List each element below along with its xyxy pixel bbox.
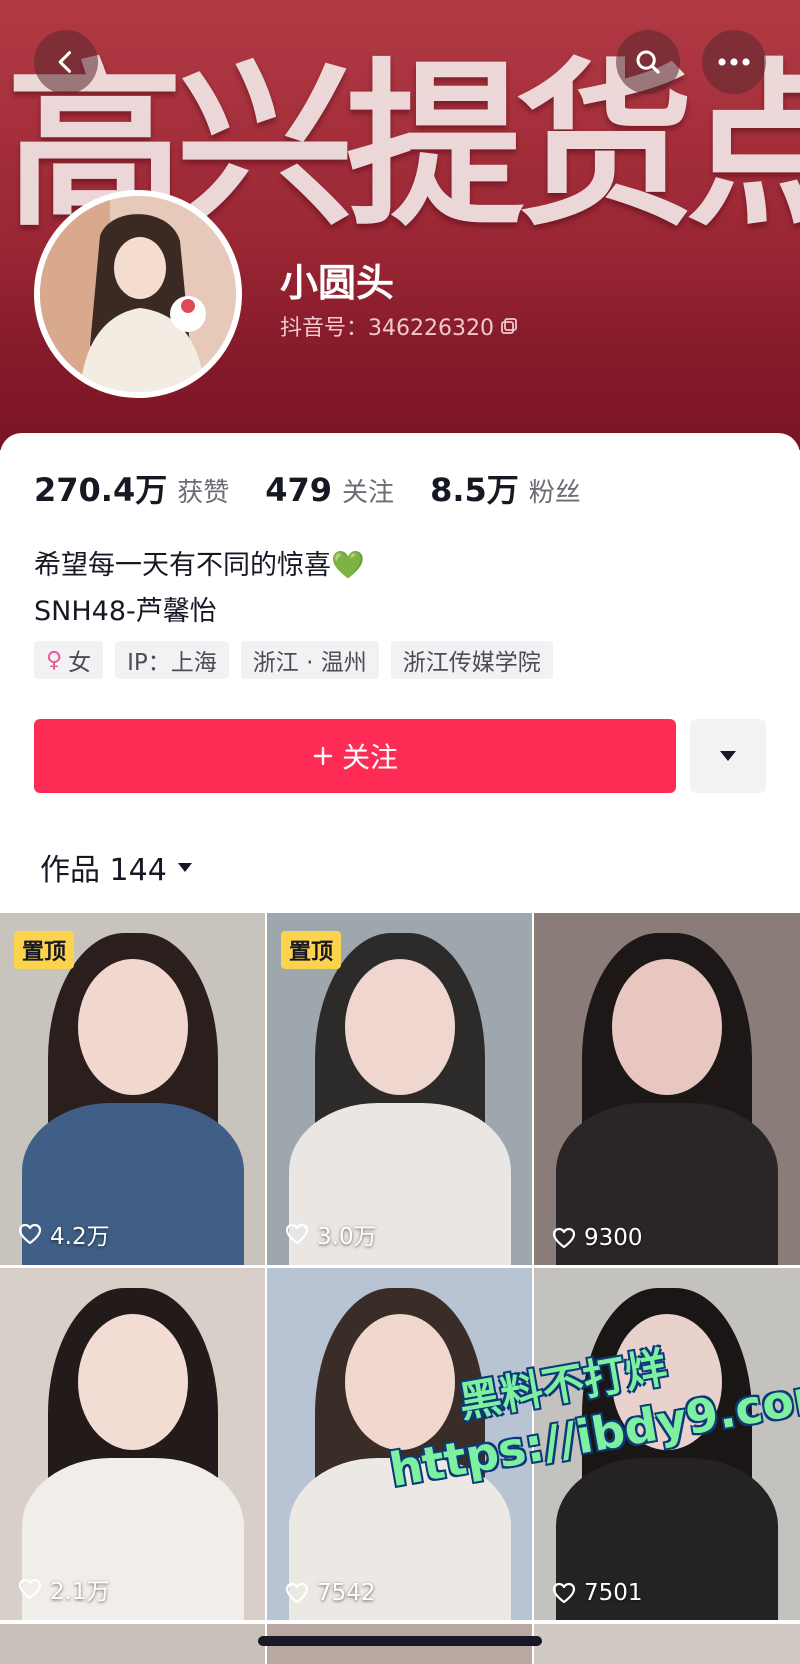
- video-tile-partial[interactable]: [0, 1624, 265, 1664]
- video-tile-partial[interactable]: [534, 1624, 800, 1664]
- thumbnail-face: [78, 1314, 188, 1450]
- profile-tags: ♀ 女 IP：上海 浙江 · 温州 浙江传媒学院: [34, 641, 553, 679]
- tag-school[interactable]: 浙江传媒学院: [390, 641, 553, 679]
- search-button[interactable]: [616, 30, 680, 94]
- bio-line-2: SNH48-芦馨怡: [34, 596, 217, 627]
- avatar-image: [40, 196, 236, 392]
- caret-down-icon: [720, 751, 736, 761]
- video-likes-count: 9300: [584, 1225, 643, 1251]
- chevron-left-icon: [58, 51, 72, 73]
- home-indicator: [258, 1636, 542, 1646]
- video-tile[interactable]: 2.1万: [0, 1268, 265, 1620]
- thumbnail-face: [345, 959, 455, 1095]
- video-likes-count: 7501: [584, 1580, 643, 1606]
- female-icon: ♀: [46, 647, 63, 673]
- video-likes-count: 4.2万: [50, 1224, 110, 1250]
- more-horizontal-icon: [718, 58, 750, 66]
- tab-works-label: 作品 144: [40, 853, 167, 888]
- stats-row: 270.4万 获赞 479 关注 8.5万 粉丝: [34, 465, 617, 511]
- stat-likes-label: 获赞: [177, 478, 230, 508]
- avatar[interactable]: [34, 190, 242, 398]
- video-likes: 2.1万: [18, 1572, 110, 1606]
- copy-icon[interactable]: [500, 317, 518, 335]
- more-options-button[interactable]: [702, 30, 766, 94]
- thumbnail-face: [78, 959, 188, 1095]
- follow-options-button[interactable]: [690, 719, 766, 793]
- video-likes: 3.0万: [285, 1217, 377, 1251]
- video-likes: 9300: [552, 1225, 643, 1251]
- douyin-id: 抖音号：346226320: [280, 316, 494, 341]
- stat-following-value: 479: [265, 471, 333, 509]
- search-icon: [636, 50, 660, 74]
- back-button[interactable]: [34, 30, 98, 94]
- video-tile[interactable]: 9300: [534, 913, 800, 1265]
- thumbnail-face: [612, 959, 722, 1095]
- heart-outline-icon: [552, 1227, 576, 1249]
- plus-icon: [313, 746, 333, 766]
- douyin-id-row[interactable]: 抖音号：346226320: [280, 310, 518, 342]
- heart-outline-icon: [18, 1578, 42, 1600]
- video-tile[interactable]: 置顶 3.0万: [267, 913, 532, 1265]
- video-likes: 7501: [552, 1580, 643, 1606]
- stat-following[interactable]: 479 关注: [265, 471, 394, 509]
- tag-location: 浙江 · 温州: [240, 641, 379, 679]
- heart-outline-icon: [285, 1582, 309, 1604]
- heart-outline-icon: [18, 1223, 42, 1245]
- stat-likes-value: 270.4万: [34, 471, 168, 509]
- follow-button[interactable]: 关注: [34, 719, 676, 793]
- video-likes-count: 2.1万: [50, 1579, 110, 1605]
- tag-ip: IP：上海: [115, 641, 229, 679]
- pinned-badge: 置顶: [14, 931, 75, 969]
- bio-line-1: 希望每一天有不同的惊喜💚: [34, 550, 365, 581]
- video-likes-count: 3.0万: [317, 1224, 377, 1250]
- video-tile[interactable]: 置顶 4.2万: [0, 913, 265, 1265]
- heart-outline-icon: [285, 1223, 309, 1245]
- heart-outline-icon: [552, 1582, 576, 1604]
- pinned-badge: 置顶: [281, 931, 342, 969]
- stat-followers-value: 8.5万: [430, 471, 519, 509]
- caret-down-icon: [177, 863, 192, 872]
- tag-gender-label: 女: [68, 650, 92, 676]
- stat-following-label: 关注: [342, 478, 395, 508]
- stat-followers-label: 粉丝: [528, 478, 581, 508]
- follow-button-label: 关注: [341, 742, 398, 773]
- tag-gender: ♀ 女: [34, 641, 104, 679]
- stat-followers[interactable]: 8.5万 粉丝: [430, 465, 581, 511]
- stat-likes[interactable]: 270.4万 获赞: [34, 465, 229, 511]
- video-likes: 4.2万: [18, 1217, 110, 1251]
- video-grid: 置顶 4.2万 置顶 3.0万 9300 2.1万 7542 7501: [0, 913, 800, 1620]
- nickname: 小圆头: [280, 261, 395, 305]
- video-likes: 7542: [285, 1580, 376, 1606]
- video-likes-count: 7542: [317, 1580, 376, 1606]
- tab-works[interactable]: 作品 144: [40, 845, 193, 889]
